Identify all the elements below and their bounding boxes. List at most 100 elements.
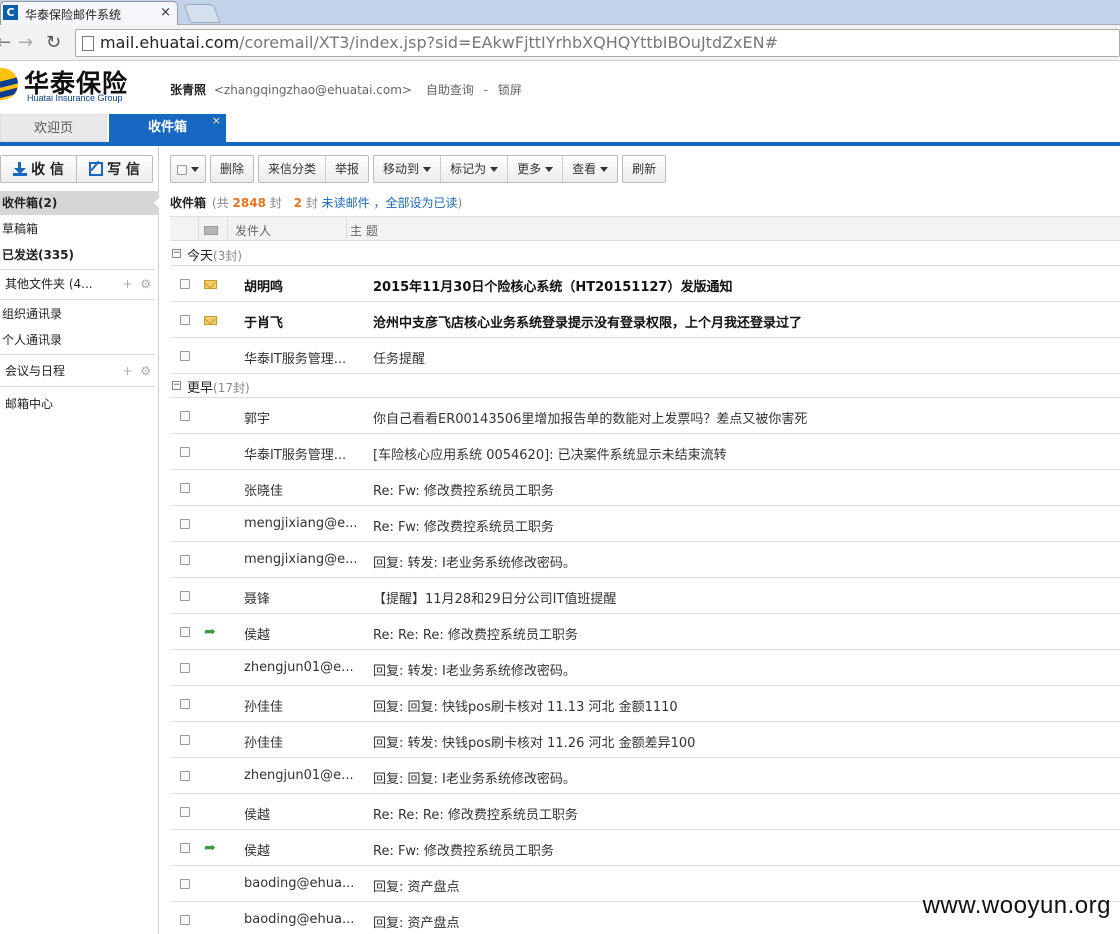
summary-text: 封: [269, 196, 282, 210]
row-checkbox[interactable]: [180, 663, 190, 673]
row-checkbox[interactable]: [180, 591, 190, 601]
address-bar[interactable]: mail.ehuatai.com/coremail/XT3/index.jsp?…: [75, 29, 1120, 57]
folder-drafts[interactable]: 草稿箱: [0, 217, 159, 241]
add-gear-icon[interactable]: + ⚙: [123, 359, 151, 383]
org-contacts[interactable]: 组织通讯录: [0, 302, 159, 326]
envelope-icon: [204, 226, 218, 235]
folder-sent[interactable]: 已发送(335): [0, 243, 159, 267]
table-row[interactable]: ➦ 侯越 Re: Fw: 修改费控系统员工职务: [170, 830, 1120, 866]
select-all-dropdown[interactable]: [171, 156, 205, 182]
table-row[interactable]: 张晓佳 Re: Fw: 修改费控系统员工职务: [170, 470, 1120, 506]
browser-tab[interactable]: C 华泰保险邮件系统 ×: [0, 1, 178, 25]
unread-mail-link[interactable]: 未读邮件: [322, 196, 370, 210]
table-row[interactable]: 孙佳佳 回复: 转发: 快钱pos刷卡核对 11.26 河北 金额差异100: [170, 722, 1120, 758]
table-row[interactable]: 孙佳佳 回复: 回复: 快钱pos刷卡核对 11.13 河北 金额1110: [170, 686, 1120, 722]
row-checkbox[interactable]: [180, 555, 190, 565]
collapse-icon[interactable]: −: [172, 381, 181, 390]
row-checkbox[interactable]: [180, 735, 190, 745]
table-row[interactable]: 华泰IT服务管理... 任务提醒: [170, 338, 1120, 374]
forward-icon[interactable]: →: [18, 32, 33, 53]
classify-button[interactable]: 来信分类: [259, 156, 325, 182]
table-row[interactable]: mengjixiang@e... 回复: 转发: I老业务系统修改密码。: [170, 542, 1120, 578]
more-button[interactable]: 更多: [507, 156, 562, 182]
compose-mail-button[interactable]: 写 信: [76, 156, 152, 182]
table-row[interactable]: mengjixiang@e... Re: Fw: 修改费控系统员工职务: [170, 506, 1120, 542]
group-earlier[interactable]: − 更早(17封): [170, 374, 1120, 398]
browser-tab-title: 华泰保险邮件系统: [25, 8, 122, 22]
sender: 于肖飞: [244, 316, 284, 331]
calendar[interactable]: 会议与日程 + ⚙: [0, 359, 159, 383]
mail-list-panel: 删除 来信分类 举报 移动到 标记为 更多 查看 刷新 收件箱 (共 2848 封…: [160, 146, 1120, 934]
add-gear-icon[interactable]: + ⚙: [123, 272, 151, 296]
move-to-button[interactable]: 移动到: [374, 156, 440, 182]
mailbox-center[interactable]: 邮箱中心: [0, 392, 159, 416]
chevron-down-icon: [545, 167, 554, 172]
row-checkbox[interactable]: [180, 315, 190, 325]
row-checkbox[interactable]: [180, 519, 190, 529]
back-icon[interactable]: ←: [0, 32, 11, 53]
table-row[interactable]: ➦ 侯越 Re: Re: Re: 修改费控系统员工职务: [170, 614, 1120, 650]
user-name: 张青照: [170, 83, 207, 97]
mark-all-read-link[interactable]: 全部设为已读: [386, 196, 458, 210]
reload-icon[interactable]: ↻: [46, 32, 61, 53]
collapse-icon[interactable]: −: [172, 249, 181, 258]
favicon-icon: C: [3, 5, 18, 20]
self-query-link[interactable]: 自助查询: [426, 83, 474, 97]
row-checkbox[interactable]: [180, 483, 190, 493]
receive-label: 收 信: [31, 162, 64, 178]
sender-column-header[interactable]: 发件人: [235, 222, 271, 239]
table-row[interactable]: zhengjun01@e... 回复: 转发: I老业务系统修改密码。: [170, 650, 1120, 686]
user-info: 张青照 <zhangqingzhao@ehuatai.com> 自助查询 - 锁…: [170, 81, 522, 98]
folder-other[interactable]: 其他文件夹 (4... + ⚙: [0, 272, 159, 296]
subject: Re: Fw: 修改费控系统员工职务: [373, 844, 554, 859]
sender: 侯越: [244, 844, 271, 859]
row-checkbox[interactable]: [180, 699, 190, 709]
lock-screen-link[interactable]: 锁屏: [498, 83, 522, 97]
personal-contacts[interactable]: 个人通讯录: [0, 328, 159, 352]
view-button[interactable]: 查看: [562, 156, 617, 182]
delete-button[interactable]: 删除: [211, 156, 253, 182]
sender: zhengjun01@e...: [244, 768, 354, 783]
row-checkbox[interactable]: [180, 279, 190, 289]
row-checkbox[interactable]: [180, 771, 190, 781]
tab-inbox[interactable]: 收件箱 ×: [109, 114, 226, 142]
chevron-down-icon: [423, 167, 432, 172]
table-row[interactable]: 胡明鸣 2015年11月30日个险核心系统（HT20151127）发版通知: [170, 266, 1120, 302]
new-tab-button[interactable]: [183, 4, 221, 23]
table-row[interactable]: 聂锋 【提醒】11月28和29日分公司IT值班提醒: [170, 578, 1120, 614]
compose-icon: [89, 162, 104, 176]
group-count: (3封): [213, 249, 243, 263]
table-row[interactable]: 郭宇 你自己看看ER00143506里增加报告单的数能对上发票吗？差点又被你害死: [170, 398, 1120, 434]
subject-column-header[interactable]: 主 题: [350, 222, 378, 239]
folder-inbox[interactable]: 收件箱(2): [0, 191, 160, 215]
row-checkbox[interactable]: [180, 843, 190, 853]
receive-mail-button[interactable]: 收 信: [1, 156, 76, 182]
close-tab-icon[interactable]: ×: [160, 5, 171, 20]
view-label: 查看: [572, 162, 597, 176]
tab-welcome[interactable]: 欢迎页: [0, 114, 107, 142]
mail-action-buttons: 收 信 写 信: [0, 155, 153, 183]
row-checkbox[interactable]: [180, 627, 190, 637]
row-checkbox[interactable]: [180, 879, 190, 889]
unread-count: 2: [293, 196, 302, 210]
select-all-checkbox[interactable]: [177, 164, 187, 175]
row-checkbox[interactable]: [180, 807, 190, 817]
sender: 侯越: [244, 808, 271, 823]
close-tab-inbox-icon[interactable]: ×: [212, 107, 221, 135]
row-checkbox[interactable]: [180, 411, 190, 421]
table-row[interactable]: zhengjun01@e... 回复: 回复: I老业务系统修改密码。: [170, 758, 1120, 794]
table-row[interactable]: 华泰IT服务管理... [车险核心应用系统 0054620]: 已决案件系统显示未…: [170, 434, 1120, 470]
summary-text: ): [457, 196, 463, 210]
report-button[interactable]: 举报: [325, 156, 368, 182]
refresh-button[interactable]: 刷新: [623, 156, 665, 182]
row-checkbox[interactable]: [180, 915, 190, 925]
table-row[interactable]: 侯越 Re: Re: Re: 修改费控系统员工职务: [170, 794, 1120, 830]
folder-summary: 收件箱 (共 2848 封 2 封 未读邮件 ，全部设为已读): [170, 194, 462, 211]
group-today[interactable]: − 今天(3封): [170, 242, 1120, 266]
row-checkbox[interactable]: [180, 351, 190, 361]
user-email: <zhangqingzhao@ehuatai.com>: [213, 83, 412, 97]
subject: 任务提醒: [373, 352, 426, 367]
row-checkbox[interactable]: [180, 447, 190, 457]
table-row[interactable]: 于肖飞 沧州中支彦飞店核心业务系统登录提示没有登录权限，上个月我还登录过了: [170, 302, 1120, 338]
mark-as-button[interactable]: 标记为: [440, 156, 507, 182]
